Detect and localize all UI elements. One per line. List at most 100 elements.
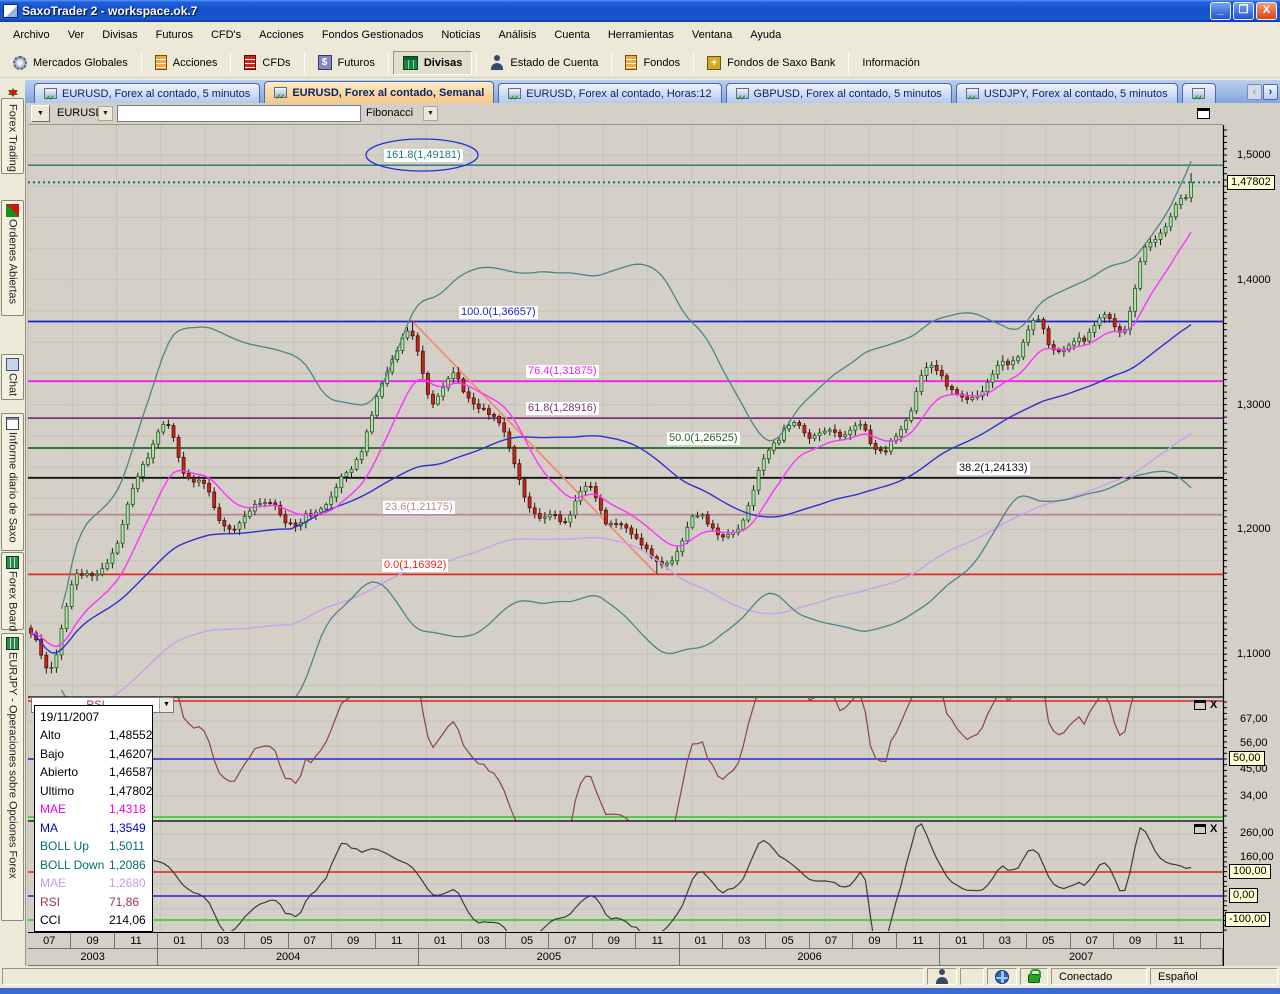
year-cell-2004[interactable]: 2004 (158, 949, 419, 966)
month-cell-9[interactable]: 01 (419, 933, 462, 949)
tab-gbpusd-forex-al-contado-5-minutos[interactable]: GBPUSD, Forex al contado, 5 minutos (726, 83, 952, 103)
month-cell-19[interactable]: 09 (853, 933, 896, 949)
tab-eurusd-forex-al-contado-semanal[interactable]: EURUSD, Forex al contado, Semanal (264, 81, 494, 103)
toolbar-cfds[interactable]: CFDs (235, 51, 299, 75)
chevron-down-icon[interactable]: ▼ (159, 698, 173, 712)
month-cell-22[interactable]: 03 (984, 933, 1027, 949)
menu-futuros[interactable]: Futuros (147, 25, 202, 45)
menu-ventana[interactable]: Ventana (683, 25, 741, 45)
tab-scroll-right-button[interactable]: › (1263, 84, 1278, 100)
year-cell-2006[interactable]: 2006 (680, 949, 941, 966)
close-button[interactable]: X (1256, 2, 1277, 20)
menu-noticias[interactable]: Noticias (432, 25, 489, 45)
title-bar[interactable]: SaxoTrader 2 - workspace.ok.7 _ ❐ X (0, 0, 1280, 22)
secure-status-cell[interactable] (1020, 968, 1048, 985)
sidebar-label: EURJPY - Operaciones sobre Opciones Fore… (7, 652, 19, 879)
toolbar-acciones[interactable]: Acciones (146, 51, 227, 75)
tab-scroll-left-button[interactable]: ‹ (1247, 84, 1262, 100)
month-cell-10[interactable]: 03 (462, 933, 505, 949)
menu-cfd-s[interactable]: CFD's (202, 25, 250, 45)
chart-search-input[interactable] (117, 105, 361, 122)
toolbar-fondos-de-saxo-bank[interactable]: +Fondos de Saxo Bank (698, 51, 844, 75)
price-chart-canvas[interactable] (26, 103, 1280, 966)
month-cell-14[interactable]: 11 (636, 933, 679, 949)
month-cell-17[interactable]: 05 (766, 933, 809, 949)
month-cell-15[interactable]: 01 (680, 933, 723, 949)
sidebar-item-ordenes-abiertas[interactable]: Ordenes Abiertas (1, 200, 24, 316)
menu-fondos-gestionados[interactable]: Fondos Gestionados (313, 25, 433, 45)
month-cell-16[interactable]: 03 (723, 933, 766, 949)
month-cell-24[interactable]: 07 (1071, 933, 1114, 949)
language-indicator[interactable]: Español (1150, 968, 1278, 985)
sidebar-item-chat[interactable]: Chat (1, 354, 24, 400)
menu-divisas[interactable]: Divisas (93, 25, 146, 45)
symbol-dropdown-arrow[interactable]: ▼ (98, 106, 113, 121)
menu-acciones[interactable]: Acciones (250, 25, 313, 45)
tab-partial-hidden[interactable] (1182, 83, 1216, 103)
year-cell-2003[interactable]: 2003 (28, 949, 158, 966)
time-axis-months[interactable]: 0709110103050709110103050709110103050709… (28, 932, 1223, 949)
chart-maximize-icon[interactable] (1197, 108, 1210, 119)
month-cell-8[interactable]: 11 (376, 933, 419, 949)
network-status-cell[interactable] (987, 968, 1017, 985)
cci-maximize-icon[interactable] (1194, 824, 1206, 834)
month-cell-0[interactable]: 07 (28, 933, 71, 949)
tab-eurusd-forex-al-contado-5-minutos[interactable]: EURUSD, Forex al contado, 5 minutos (34, 83, 260, 103)
sidebar-item-forex-board[interactable]: Forex Board (1, 552, 24, 630)
maximize-button[interactable]: ❐ (1233, 2, 1254, 20)
rsi-maximize-icon[interactable] (1194, 700, 1206, 710)
menu-an-lisis[interactable]: Análisis (489, 25, 545, 45)
fib-label-23-6: 23.6(1,21175) (383, 501, 455, 514)
sidebar-item-informe-diario-de-saxo[interactable]: Informe diario de Saxo (1, 413, 24, 551)
sidebar-item-forex-trading[interactable]: Forex Trading (1, 98, 24, 174)
menu-cuenta[interactable]: Cuenta (545, 25, 598, 45)
toolbar-futuros[interactable]: $Futuros (309, 51, 384, 75)
month-cell-25[interactable]: 09 (1114, 933, 1157, 949)
month-cell-18[interactable]: 07 (810, 933, 853, 949)
cci-close-icon[interactable]: X (1210, 824, 1217, 834)
month-cell-23[interactable]: 05 (1027, 933, 1070, 949)
chart-tab-icon (274, 87, 287, 98)
toolbar-divisas[interactable]: Divisas (393, 51, 473, 75)
year-cell-2007[interactable]: 2007 (940, 949, 1223, 966)
month-cell-13[interactable]: 09 (593, 933, 636, 949)
tooltip-value: 1,4318 (109, 802, 147, 816)
chat-status-cell[interactable] (927, 968, 957, 985)
menu-ver[interactable]: Ver (59, 25, 94, 45)
month-cell-5[interactable]: 05 (245, 933, 288, 949)
menu-bar: ArchivoVerDivisasFuturosCFD'sAccionesFon… (0, 22, 1280, 48)
year-cell-2005[interactable]: 2005 (419, 949, 680, 966)
toolbar-informaci-n[interactable]: Información (853, 51, 928, 75)
chart-menu-button[interactable]: ▼ (31, 105, 50, 122)
sidebar-item-eurjpy-operaciones-sobre-opciones-forex[interactable]: EURJPY - Operaciones sobre Opciones Fore… (1, 633, 24, 921)
chart-tab-icon (966, 88, 979, 99)
toolbar-mercados-globales[interactable]: Mercados Globales (4, 51, 137, 75)
month-cell-4[interactable]: 03 (202, 933, 245, 949)
month-cell-12[interactable]: 07 (549, 933, 592, 949)
tab-usdjpy-forex-al-contado-5-minutos[interactable]: USDJPY, Forex al contado, 5 minutos (956, 83, 1178, 103)
minimize-button[interactable]: _ (1210, 2, 1231, 20)
sidebar-label: Chat (7, 373, 19, 396)
toolbar-estado-de-cuenta[interactable]: Estado de Cuenta (481, 51, 607, 75)
month-cell-2[interactable]: 11 (115, 933, 158, 949)
menu-ayuda[interactable]: Ayuda (741, 25, 790, 45)
rsi-close-icon[interactable]: X (1210, 700, 1217, 710)
tooltip-label: CCI (40, 913, 109, 927)
month-cell-7[interactable]: 09 (332, 933, 375, 949)
time-axis-years[interactable]: 20032004200520062007 (28, 949, 1223, 966)
symbol-label: EURUSD (57, 107, 103, 119)
month-cell-3[interactable]: 01 (158, 933, 201, 949)
month-cell-1[interactable]: 09 (71, 933, 114, 949)
orange-doc-icon (625, 55, 637, 70)
month-cell-26[interactable]: 11 (1157, 933, 1200, 949)
month-cell-11[interactable]: 05 (506, 933, 549, 949)
toolbar-fondos[interactable]: Fondos (616, 51, 689, 75)
month-cell-20[interactable]: 11 (897, 933, 940, 949)
month-cell-21[interactable]: 01 (940, 933, 983, 949)
menu-herramientas[interactable]: Herramientas (599, 25, 683, 45)
menu-archivo[interactable]: Archivo (4, 25, 59, 45)
tab-eurusd-forex-al-contado-horas-12[interactable]: EURUSD, Forex al contado, Horas:12 (498, 83, 721, 103)
drawing-tool-dropdown-arrow[interactable]: ▼ (423, 106, 438, 121)
tooltip-row-mae: MAE1,4318 (35, 800, 152, 819)
month-cell-6[interactable]: 07 (289, 933, 332, 949)
